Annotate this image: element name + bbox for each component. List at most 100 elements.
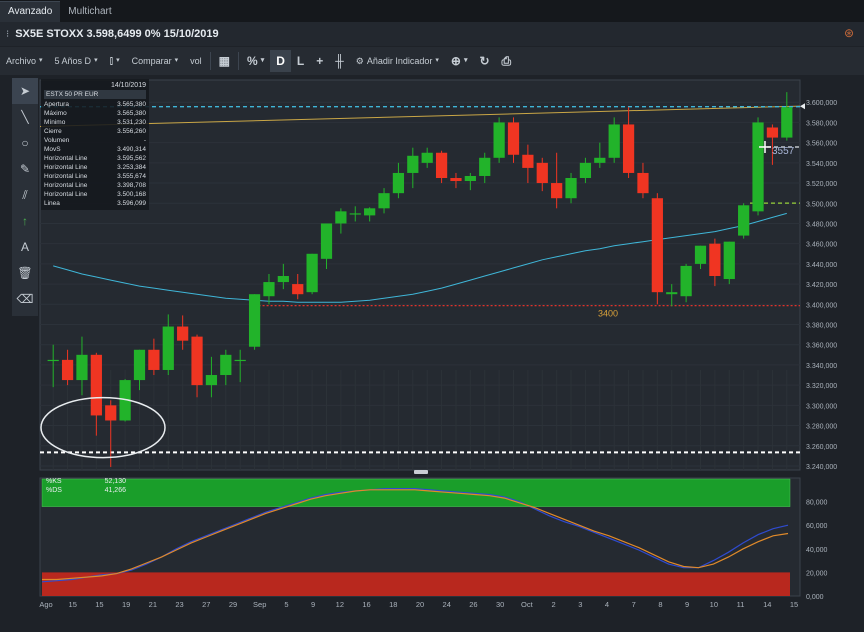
info-row: Horizontal Line 3.253,384 (44, 163, 146, 172)
top-tabs: Avanzado Multichart (0, 0, 864, 22)
candle-body (579, 162, 592, 179)
candle-body (637, 172, 649, 194)
zoom-button[interactable]: ⊕ ▾ (445, 50, 474, 72)
info-row: MovS 3.490,314 (44, 145, 146, 154)
info-rows: Apertura 3.565,380 Máximo 3.565,380 Mínimo 3.… (44, 100, 146, 208)
y-tick-label: 3.500,000 (806, 201, 837, 208)
info-row-label: Cierre (44, 128, 62, 135)
candle-body (364, 208, 376, 216)
add-indicator-menu[interactable]: ⚙ Añadir Indicador ▾ (350, 50, 445, 72)
info-row-label: Linea (44, 200, 60, 207)
instrument-title: SX5E STOXX 3.598,6499 0% 15/10/2019 (15, 28, 219, 40)
y-tick-label: 3.260,000 (806, 444, 837, 451)
l-button[interactable]: L (291, 50, 310, 72)
candle-body (421, 152, 433, 163)
info-row-label: Horizontal Line (44, 155, 88, 162)
grid-button[interactable]: ▦ (213, 50, 236, 72)
x-tick-label: 4 (605, 600, 609, 609)
line-icon[interactable]: ╲ (12, 104, 38, 130)
chart-type-button[interactable]: ⫾ ▾ (104, 50, 126, 72)
cursor-icon[interactable]: ➤ (12, 78, 38, 104)
favorite-icon[interactable]: ⊛ (844, 26, 854, 40)
archivo-menu[interactable]: Archivo ▾ (0, 50, 49, 72)
eraser-icon[interactable]: ⌫ (12, 286, 38, 312)
x-tick-label: 29 (229, 600, 237, 609)
oversold-zone (42, 572, 790, 596)
trash-icon[interactable]: 🗑 (12, 260, 38, 286)
y-tick-label: 3.280,000 (806, 424, 837, 431)
info-row-value: 3.490,314 (117, 146, 146, 153)
d-label: %DS (46, 487, 62, 494)
pane-resize-handle[interactable] (414, 470, 428, 474)
candle-body (709, 243, 721, 277)
candle-body (133, 349, 146, 381)
candle-body (622, 124, 635, 173)
x-tick-label: 27 (202, 600, 210, 609)
info-row: Horizontal Line 3.398,708 (44, 181, 146, 190)
info-row-value: 3.253,384 (117, 164, 146, 171)
candle-body (522, 154, 534, 168)
fibonacci-icon[interactable]: ⫽ (12, 182, 38, 208)
candle-body (148, 349, 160, 370)
circle-icon[interactable]: ○ (12, 130, 38, 156)
candle-body (651, 198, 663, 293)
indicator-icon: ╫ (335, 54, 344, 68)
tab-multichart[interactable]: Multichart (60, 2, 119, 22)
y-tick-label: 3.360,000 (806, 343, 837, 350)
tab-avanzado[interactable]: Avanzado (0, 1, 61, 22)
candle-body (565, 178, 577, 199)
info-row: Linea 3.596,099 (44, 199, 146, 208)
candle-body (450, 178, 462, 182)
percent-button[interactable]: % ▾ (241, 50, 270, 72)
candle-body (248, 294, 261, 347)
chevron-down-icon: ▾ (39, 57, 43, 64)
info-row-value: 3.531,230 (117, 119, 146, 126)
x-tick-label: 15 (69, 600, 77, 609)
drawing-toolbar: ➤ ╲ ○ ✎ ⫽ ↑ A 🗑 ⌫ (12, 78, 38, 316)
x-tick-label: 26 (469, 600, 477, 609)
candle-body (292, 284, 304, 295)
pen-icon[interactable]: ✎ (12, 156, 38, 182)
candle-body (47, 359, 59, 362)
comparar-menu[interactable]: Comparar ▾ (126, 50, 185, 72)
candle-body (320, 223, 333, 259)
candle-body (335, 211, 347, 224)
info-row: Cierre 3.556,260 (44, 127, 146, 136)
info-row-label: Volumen (44, 137, 70, 144)
d-button[interactable]: D (270, 50, 291, 72)
candle-body (752, 122, 764, 212)
crosshair-button[interactable]: + (310, 50, 329, 72)
menu-dots-icon[interactable]: ⁝ (6, 29, 9, 40)
x-tick-label: 15 (95, 600, 103, 609)
candle-body (162, 326, 174, 370)
toolbar-divider (209, 52, 211, 70)
y-tick-label: 3.300,000 (806, 403, 837, 410)
text-icon[interactable]: A (12, 234, 38, 260)
indicator-button[interactable]: ╫ (329, 50, 350, 72)
info-row: Horizontal Line 3.595,562 (44, 154, 146, 163)
x-tick-label: 18 (389, 600, 397, 609)
candles-icon: ⫾ (109, 55, 114, 67)
chart-toolbar: Archivo ▾ 5 Años D ▾ ⫾ ▾ Comparar ▾ vol ▦ % ▾… (0, 47, 864, 75)
y-tick-label: 3.320,000 (806, 383, 837, 390)
x-tick-label: 16 (362, 600, 370, 609)
ohlc-info-panel: 14/10/2019 ESTX 50 PR EUR Apertura 3.565,… (41, 79, 149, 210)
x-tick-label: 10 (710, 600, 718, 609)
info-row-value: 3.500,168 (117, 191, 146, 198)
period-select[interactable]: 5 Años D ▾ (49, 50, 104, 72)
stochastic-chart[interactable]: 80,00060,00040,00020,0000,000Ago 15 15 19 21… (0, 474, 864, 632)
y-tick-label: 3.580,000 (806, 120, 837, 127)
chevron-down-icon: ▾ (174, 57, 179, 64)
candle-body (263, 282, 275, 297)
print-button[interactable]: ⎙ (496, 50, 518, 72)
x-tick-label: 9 (685, 600, 689, 609)
d-legend-row: %DS 41,266 (46, 486, 126, 495)
vol-button[interactable]: vol (184, 50, 208, 72)
y-tick-label: 3.540,000 (806, 161, 837, 168)
refresh-button[interactable]: ↻ (473, 50, 495, 72)
x-tick-label: 12 (336, 600, 344, 609)
arrow-icon[interactable]: ↑ (12, 208, 38, 234)
chevron-down-icon: ▾ (94, 57, 98, 64)
info-row-label: Horizontal Line (44, 191, 88, 198)
x-tick-label: 5 (284, 600, 288, 609)
